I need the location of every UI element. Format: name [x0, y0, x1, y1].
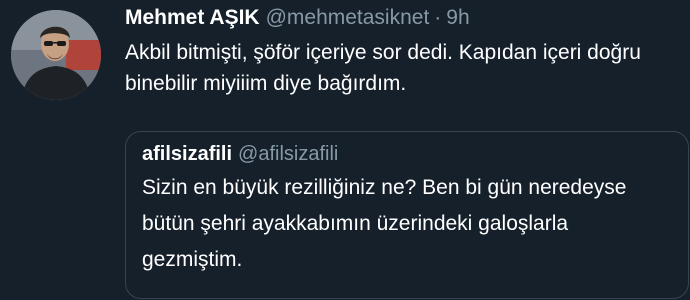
tweet-content: Mehmet AŞIK @mehmetasiknet · 9h Akbil bi… [125, 6, 678, 99]
avatar[interactable] [11, 10, 101, 100]
author-handle[interactable]: @mehmetasiknet [266, 6, 430, 30]
tweet[interactable]: Mehmet AŞIK @mehmetasiknet · 9h Akbil bi… [0, 0, 690, 300]
tweet-text: Akbil bitmişti, şöför içeriye sor dedi. … [125, 41, 641, 95]
author-name[interactable]: Mehmet AŞIK [125, 6, 260, 30]
tweet-header: Mehmet AŞIK @mehmetasiknet · 9h [125, 6, 678, 32]
quoted-tweet[interactable]: afilsizafili @afilsizafili Sizin en büyü… [125, 131, 689, 299]
avatar-image [11, 10, 101, 100]
quoted-author-name: afilsizafili [142, 143, 233, 165]
header-separator: · [434, 6, 442, 29]
tweet-timestamp[interactable]: 9h [446, 6, 469, 30]
quoted-tweet-text: Sizin en büyük rezilliğiniz ne? Ben bi g… [142, 176, 627, 271]
quoted-tweet-header: afilsizafili @afilsizafili [142, 143, 672, 166]
quoted-author-handle: @afilsizafili [238, 143, 339, 165]
